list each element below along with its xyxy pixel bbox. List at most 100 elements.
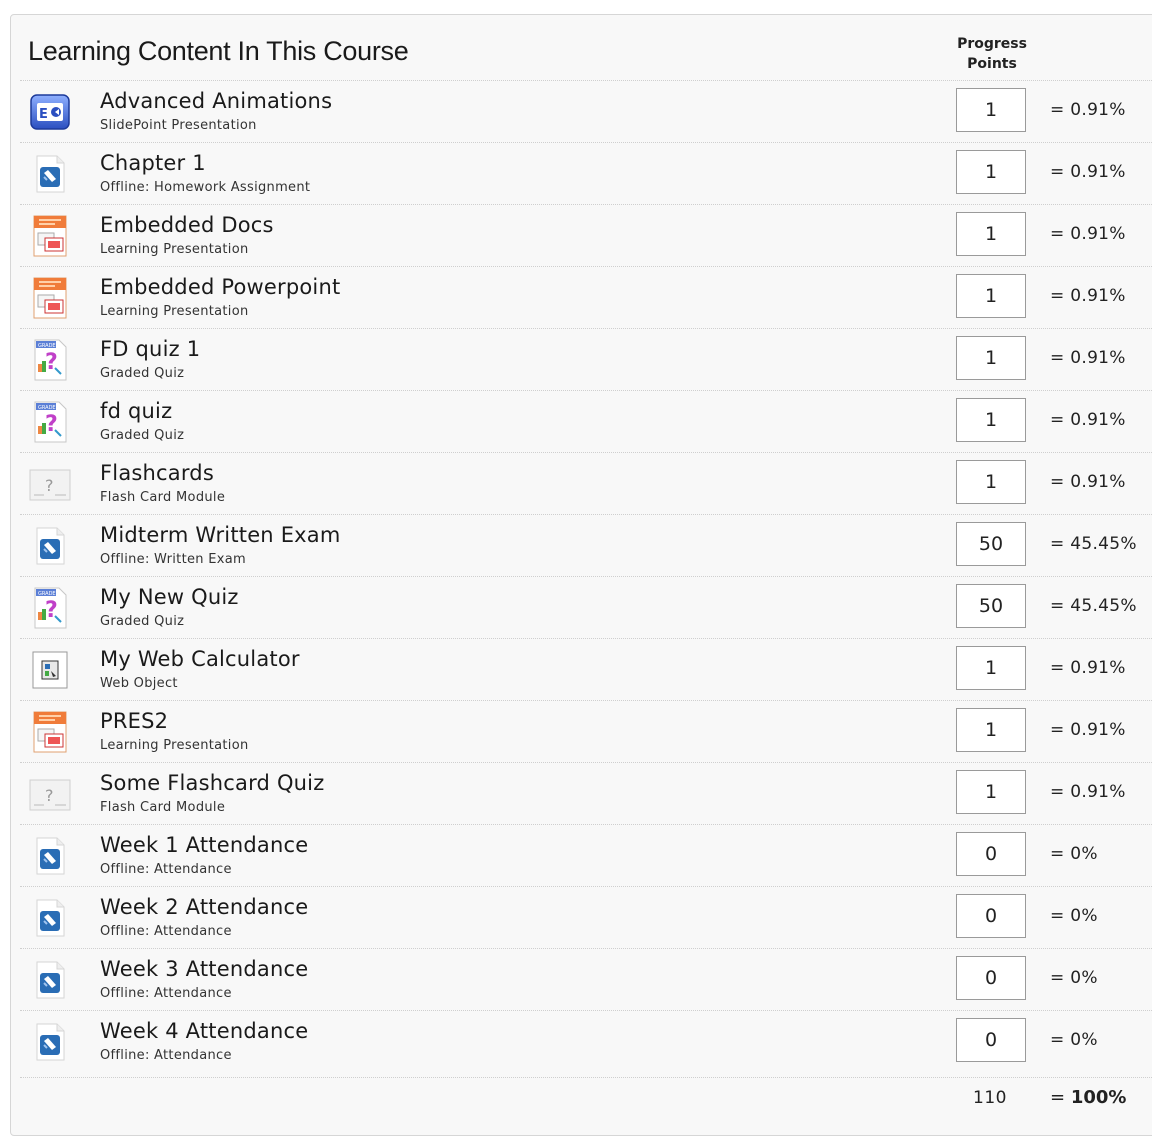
- content-name[interactable]: Flashcards: [100, 461, 214, 485]
- progress-points-input[interactable]: [956, 956, 1026, 1000]
- content-list: E Advanced Animations SlidePoint Present…: [20, 80, 1152, 1072]
- svg-text:GRADED: GRADED: [38, 405, 60, 411]
- progress-percent: = 0.91%: [1050, 162, 1126, 182]
- list-item-12: ? Some Flashcard Quiz Flash Card Module …: [20, 762, 1152, 824]
- total-percent: = 100%: [1050, 1087, 1126, 1108]
- progress-points-input[interactable]: [956, 708, 1026, 752]
- content-name[interactable]: My Web Calculator: [100, 647, 300, 671]
- total-equals: =: [1050, 1087, 1066, 1108]
- graded-quiz-icon: GRADED?: [27, 586, 73, 630]
- content-name[interactable]: Midterm Written Exam: [100, 523, 341, 547]
- column-header-line1: Progress: [957, 36, 1027, 52]
- progress-points-input[interactable]: [956, 584, 1026, 628]
- progress-percent: = 0%: [1050, 1030, 1098, 1050]
- svg-text:?: ?: [45, 476, 54, 495]
- content-name[interactable]: PRES2: [100, 709, 168, 733]
- list-item-7: ? Flashcards Flash Card Module = 0.91%: [20, 452, 1152, 514]
- content-type: Flash Card Module: [100, 800, 226, 815]
- progress-percent: = 45.45%: [1050, 534, 1137, 554]
- progress-points-input[interactable]: [956, 460, 1026, 504]
- progress-percent: = 0%: [1050, 968, 1098, 988]
- svg-text:?: ?: [45, 350, 58, 375]
- graded-quiz-icon: GRADED?: [27, 338, 73, 382]
- page-title: Learning Content In This Course: [28, 36, 409, 66]
- flashcard-icon: ?: [27, 462, 73, 506]
- content-type: Offline: Homework Assignment: [100, 180, 311, 195]
- progress-percent: = 0.91%: [1050, 348, 1126, 368]
- content-type: Offline: Attendance: [100, 924, 232, 939]
- progress-points-input[interactable]: [956, 522, 1026, 566]
- content-name[interactable]: Embedded Docs: [100, 213, 274, 237]
- list-item-3: Embedded Docs Learning Presentation = 0.…: [20, 204, 1152, 266]
- progress-points-input[interactable]: [956, 1018, 1026, 1062]
- progress-points-input[interactable]: [956, 212, 1026, 256]
- content-name[interactable]: Advanced Animations: [100, 89, 332, 113]
- progress-points-input[interactable]: [956, 894, 1026, 938]
- progress-percent: = 0.91%: [1050, 472, 1126, 492]
- list-item-13: Week 1 Attendance Offline: Attendance = …: [20, 824, 1152, 886]
- content-type: Offline: Attendance: [100, 986, 232, 1001]
- offline-icon: [27, 152, 73, 196]
- progress-points-input[interactable]: [956, 646, 1026, 690]
- graded-quiz-icon: GRADED?: [27, 400, 73, 444]
- progress-percent: = 0.91%: [1050, 782, 1126, 802]
- progress-points-input[interactable]: [956, 398, 1026, 442]
- svg-text:?: ?: [45, 598, 58, 623]
- content-name[interactable]: Embedded Powerpoint: [100, 275, 340, 299]
- content-type: Learning Presentation: [100, 242, 249, 257]
- progress-percent: = 45.45%: [1050, 596, 1137, 616]
- presentation-icon: [27, 710, 73, 754]
- progress-percent: = 0.91%: [1050, 410, 1126, 430]
- list-item-9: GRADED? My New Quiz Graded Quiz = 45.45%: [20, 576, 1152, 638]
- content-name[interactable]: fd quiz: [100, 399, 172, 423]
- content-name[interactable]: Week 3 Attendance: [100, 957, 308, 981]
- total-points: 110: [973, 1088, 1007, 1108]
- svg-text:E: E: [39, 107, 48, 122]
- progress-percent: = 0.91%: [1050, 100, 1126, 120]
- content-name[interactable]: Week 1 Attendance: [100, 833, 308, 857]
- content-type: Flash Card Module: [100, 490, 226, 505]
- column-header-line2: Points: [967, 56, 1017, 72]
- progress-points-column-header: Progress Points: [940, 34, 1044, 74]
- content-name[interactable]: Week 2 Attendance: [100, 895, 308, 919]
- progress-points-input[interactable]: [956, 150, 1026, 194]
- content-type: Offline: Attendance: [100, 1048, 232, 1063]
- content-type: SlidePoint Presentation: [100, 118, 257, 133]
- list-item-11: PRES2 Learning Presentation = 0.91%: [20, 700, 1152, 762]
- content-type: Graded Quiz: [100, 366, 185, 381]
- offline-icon: [27, 958, 73, 1002]
- list-item-2: Chapter 1 Offline: Homework Assignment =…: [20, 142, 1152, 204]
- progress-points-input[interactable]: [956, 274, 1026, 318]
- list-item-10: My Web Calculator Web Object = 0.91%: [20, 638, 1152, 700]
- content-type: Offline: Written Exam: [100, 552, 246, 567]
- content-name[interactable]: Some Flashcard Quiz: [100, 771, 324, 795]
- offline-icon: [27, 1020, 73, 1064]
- content-name[interactable]: Chapter 1: [100, 151, 206, 175]
- progress-points-input[interactable]: [956, 88, 1026, 132]
- progress-percent: = 0.91%: [1050, 224, 1126, 244]
- content-type: Learning Presentation: [100, 304, 249, 319]
- list-item-16: Week 4 Attendance Offline: Attendance = …: [20, 1010, 1152, 1072]
- content-name[interactable]: Week 4 Attendance: [100, 1019, 308, 1043]
- list-item-6: GRADED? fd quiz Graded Quiz = 0.91%: [20, 390, 1152, 452]
- svg-text:GRADED: GRADED: [38, 343, 60, 349]
- progress-percent: = 0.91%: [1050, 658, 1126, 678]
- progress-percent: = 0%: [1050, 906, 1098, 926]
- presentation-icon: [27, 276, 73, 320]
- offline-icon: [27, 834, 73, 878]
- progress-points-input[interactable]: [956, 832, 1026, 876]
- progress-percent: = 0.91%: [1050, 720, 1126, 740]
- offline-icon: [27, 896, 73, 940]
- content-name[interactable]: My New Quiz: [100, 585, 239, 609]
- list-item-5: GRADED? FD quiz 1 Graded Quiz = 0.91%: [20, 328, 1152, 390]
- list-item-1: E Advanced Animations SlidePoint Present…: [20, 80, 1152, 142]
- list-item-15: Week 3 Attendance Offline: Attendance = …: [20, 948, 1152, 1010]
- content-name[interactable]: FD quiz 1: [100, 337, 200, 361]
- progress-points-input[interactable]: [956, 770, 1026, 814]
- presentation-icon: [27, 214, 73, 258]
- svg-text:?: ?: [45, 412, 58, 437]
- progress-points-input[interactable]: [956, 336, 1026, 380]
- content-type: Graded Quiz: [100, 428, 185, 443]
- web-object-icon: [27, 648, 73, 692]
- progress-percent: = 0.91%: [1050, 286, 1126, 306]
